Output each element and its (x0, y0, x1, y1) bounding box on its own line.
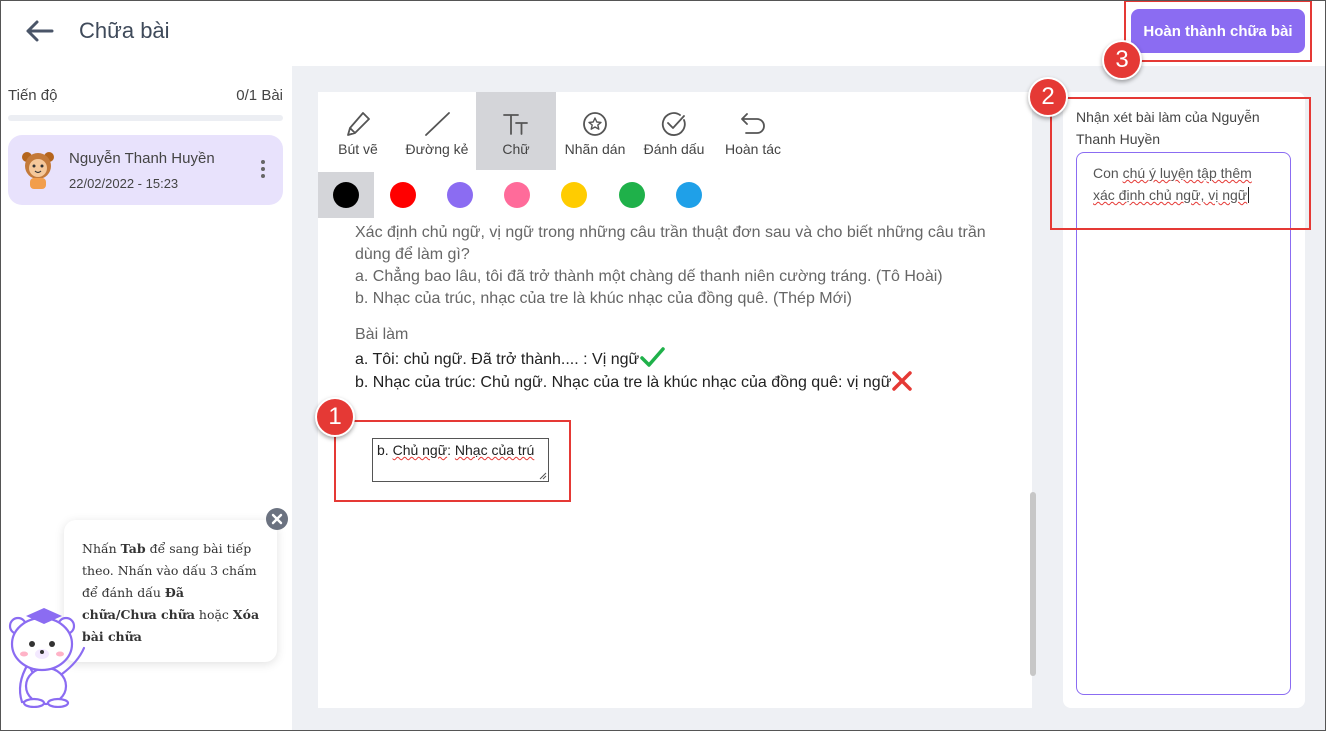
sticker-icon (583, 112, 607, 136)
comment-highlight (1050, 97, 1311, 230)
back-button[interactable] (22, 16, 56, 46)
resize-grip-icon[interactable] (539, 472, 547, 480)
color-swatch-pink[interactable] (489, 172, 545, 218)
question-line: a. Chẳng bao lâu, tôi đã trở thành một c… (355, 268, 943, 285)
more-options-icon[interactable] (257, 160, 269, 182)
tip-box: Nhấn Tab để sang bài tiếp theo. Nhấn vào… (64, 520, 277, 662)
avatar (22, 152, 54, 189)
tool-pen[interactable]: Bút vẽ (318, 92, 398, 170)
tip-text: Nhấn (82, 541, 121, 556)
color-swatch-green[interactable] (604, 172, 660, 218)
swatch-dot (447, 182, 473, 208)
exercise-content: Xác định chủ ngữ, vị ngữ trong những câu… (355, 222, 1031, 394)
question-line: Xác định chủ ngữ, vị ngữ trong những câu… (355, 224, 986, 241)
annotation-textbox[interactable]: b. Chủ ngữ: Nhạc của trú (372, 438, 549, 482)
close-icon (271, 513, 283, 525)
tool-undo[interactable]: Hoàn tác (714, 92, 792, 170)
student-card[interactable]: Nguyễn Thanh Huyền 22/02/2022 - 15:23 (8, 135, 283, 205)
tip-text: hoặc (194, 607, 233, 622)
question-line: dùng để làm gì? (355, 246, 470, 263)
textbox-text: b. (377, 442, 393, 458)
textbox-text: Chủ ngữ (392, 442, 448, 458)
work-title: Bài làm (355, 326, 409, 343)
check-circle-icon (661, 112, 686, 136)
step-badge-3: 3 (1102, 40, 1142, 80)
check-mark-icon (640, 347, 665, 367)
tool-label: Chữ (502, 141, 530, 157)
progress-bar (8, 115, 283, 121)
progress-count: 0/1 Bài (236, 87, 283, 104)
tool-label: Hoàn tác (724, 141, 782, 157)
answer-text: b. Nhạc của trúc: Chủ ngữ. Nhạc của tre … (355, 374, 892, 391)
arrow-left-icon (26, 20, 54, 42)
step-badge-1: 1 (315, 397, 355, 437)
tool-sticker[interactable]: Nhãn dán (556, 92, 634, 170)
line-icon (425, 112, 450, 136)
page-title: Chữa bài (79, 18, 170, 43)
color-swatch-blue[interactable] (661, 172, 717, 218)
tool-label: Nhãn dán (564, 141, 626, 157)
tool-line[interactable]: Đường kẻ (398, 92, 476, 170)
swatch-dot (390, 182, 416, 208)
undo-icon (741, 113, 765, 134)
color-swatch-yellow[interactable] (546, 172, 602, 218)
color-swatch-black[interactable] (318, 172, 374, 218)
textbox-text: Nhạc của trú (454, 442, 535, 458)
tool-label: Bút vẽ (338, 141, 378, 157)
answer-text: a. Tôi: chủ ngữ. Đã trở thành.... : Vị n… (355, 351, 640, 368)
finish-grading-button[interactable]: Hoàn thành chữa bài (1131, 9, 1305, 53)
answer-line-b: b. Nhạc của trúc: Chủ ngữ. Nhạc của tre … (355, 371, 1031, 394)
comment-textarea[interactable]: Con chú ý luyện tập thêm xác định chủ ng… (1076, 152, 1291, 695)
question-line: b. Nhạc của trúc, nhạc của tre là khúc n… (355, 290, 852, 307)
color-swatch-purple[interactable] (432, 172, 488, 218)
mascot-bear-icon (8, 608, 86, 708)
swatch-dot (619, 182, 645, 208)
swatch-dot (561, 182, 587, 208)
student-name: Nguyễn Thanh Huyền (69, 150, 215, 167)
progress-label: Tiến độ (8, 87, 58, 104)
toolbar: Bút vẽ Đường kẻ Chữ Nhãn dán Đánh dấu Ho… (318, 92, 1032, 170)
swatch-dot (676, 182, 702, 208)
close-tip-button[interactable] (266, 508, 288, 530)
step-badge-2: 2 (1028, 77, 1068, 117)
tip-tab-key: Tab (120, 541, 146, 556)
cross-mark-icon (892, 371, 913, 391)
swatch-dot (504, 182, 530, 208)
student-date: 22/02/2022 - 15:23 (69, 176, 179, 191)
color-swatch-red[interactable] (375, 172, 431, 218)
color-palette (318, 172, 738, 218)
pen-icon (347, 112, 370, 136)
tool-mark[interactable]: Đánh dấu (634, 92, 714, 170)
tool-text[interactable]: Chữ (476, 92, 556, 170)
swatch-dot (333, 182, 359, 208)
textbox-text: : (447, 442, 455, 458)
tool-label: Đường kẻ (405, 141, 469, 157)
answer-line-a: a. Tôi: chủ ngữ. Đã trở thành.... : Vị n… (355, 346, 1031, 371)
editor-scrollbar[interactable] (1030, 492, 1036, 676)
text-icon (503, 114, 528, 135)
tool-label: Đánh dấu (643, 141, 705, 157)
